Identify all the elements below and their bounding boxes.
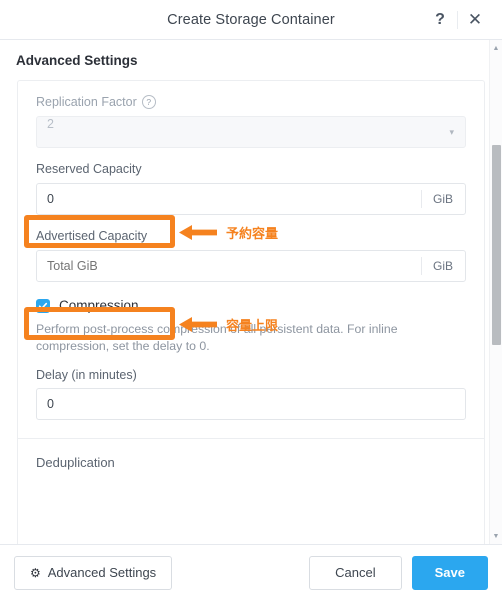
compression-checkbox-row[interactable]: Compression xyxy=(18,282,484,313)
content-scrollbar[interactable]: ▲ ▼ xyxy=(489,40,502,544)
close-icon[interactable]: ✕ xyxy=(458,0,492,40)
save-button[interactable]: Save xyxy=(411,555,488,590)
question-mark-icon[interactable]: ? xyxy=(423,0,457,40)
scroll-down-arrow-icon[interactable]: ▼ xyxy=(490,530,502,542)
delay-input-wrap[interactable] xyxy=(36,387,466,420)
settings-form-card: Replication Factor ? 2 ▾ Reserved Capaci… xyxy=(17,80,485,544)
info-icon[interactable]: ? xyxy=(141,95,156,109)
compression-label: Compression xyxy=(59,298,139,313)
advertised-capacity-label: Advertised Capacity xyxy=(36,229,148,243)
delay-label: Delay (in minutes) xyxy=(36,367,137,382)
checkmark-icon xyxy=(38,302,48,309)
reserved-capacity-label: Reserved Capacity xyxy=(36,162,142,176)
replication-factor-field: Replication Factor ? 2 ▾ xyxy=(18,81,484,148)
scrollbar-thumb[interactable] xyxy=(492,145,501,345)
delay-field xyxy=(18,387,484,420)
reserved-capacity-input-wrap[interactable]: GiB xyxy=(36,183,466,215)
cancel-button[interactable]: Cancel xyxy=(309,555,402,590)
section-title: Advanced Settings xyxy=(16,53,138,68)
replication-factor-select[interactable]: 2 ▾ xyxy=(36,116,466,148)
delay-input[interactable] xyxy=(37,388,465,419)
advanced-settings-button-label: Advanced Settings xyxy=(47,565,157,580)
reserved-capacity-input[interactable] xyxy=(37,184,421,214)
deduplication-label: Deduplication xyxy=(36,454,115,470)
advertised-capacity-field: Advertised Capacity GiB xyxy=(18,215,484,282)
header-actions: ? ✕ xyxy=(423,0,492,40)
chevron-down-icon[interactable]: ▾ xyxy=(449,127,465,137)
dialog-footer: ⚙ Advanced Settings Cancel Save xyxy=(0,544,502,600)
reserved-capacity-unit: GiB xyxy=(420,190,465,208)
dialog-header: Create Storage Container ? ✕ xyxy=(0,0,502,40)
compression-checkbox[interactable] xyxy=(36,298,50,313)
settings-scroll-area: Replication Factor ? 2 ▾ Reserved Capaci… xyxy=(0,80,502,544)
create-storage-container-dialog: Create Storage Container ? ✕ Advanced Se… xyxy=(0,0,502,600)
footer-actions: Cancel Save xyxy=(309,555,488,590)
advertised-capacity-unit: GiB xyxy=(420,257,465,275)
advertised-capacity-input[interactable] xyxy=(37,251,421,281)
scroll-up-arrow-icon[interactable]: ▲ xyxy=(490,42,502,54)
advanced-settings-button[interactable]: ⚙ Advanced Settings xyxy=(14,555,173,590)
replication-factor-value: 2 xyxy=(47,117,54,131)
reserved-capacity-field: Reserved Capacity GiB xyxy=(18,148,484,215)
replication-factor-label: Replication Factor ? xyxy=(36,95,466,109)
dialog-body: Advanced Settings Replication Factor ? 2… xyxy=(0,40,502,544)
compression-help-text: Perform post-process compression of all … xyxy=(36,322,398,354)
advertised-capacity-input-wrap[interactable]: GiB xyxy=(36,250,466,282)
gear-icon: ⚙ xyxy=(30,565,41,580)
dialog-title: Create Storage Container xyxy=(167,11,335,28)
replication-factor-label-text: Replication Factor xyxy=(36,95,137,109)
